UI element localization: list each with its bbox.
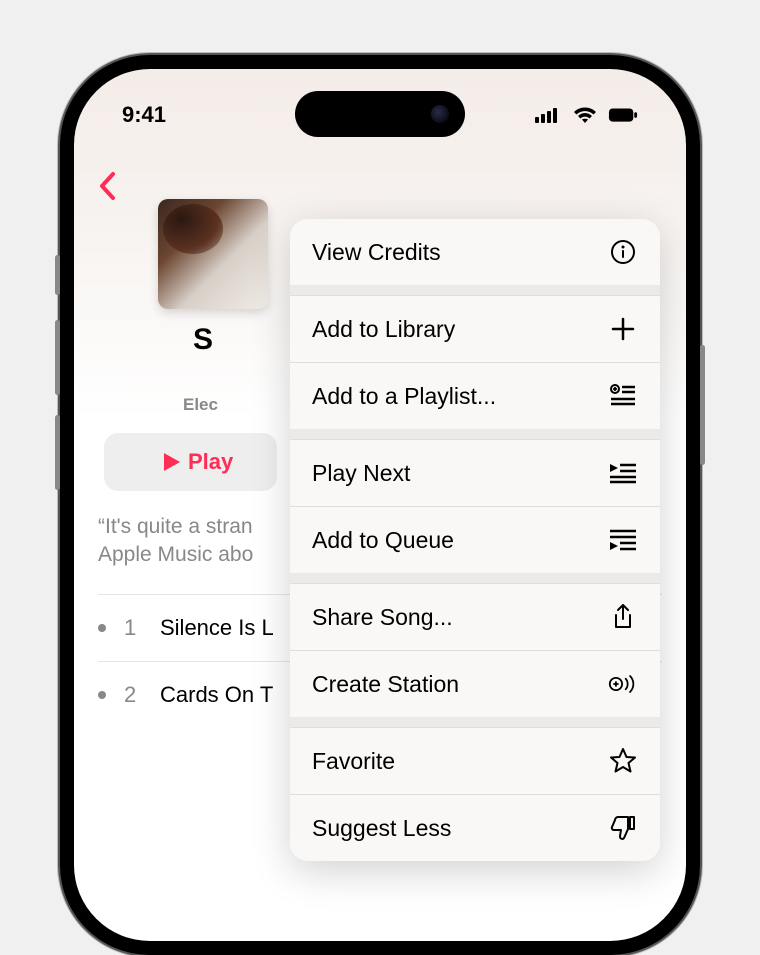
menu-play-next[interactable]: Play Next bbox=[290, 439, 660, 506]
track-number: 2 bbox=[124, 682, 142, 708]
phone-device-frame: 9:41 S Elec bbox=[60, 55, 700, 955]
play-icon bbox=[164, 453, 180, 471]
back-button[interactable] bbox=[98, 171, 118, 201]
menu-label: Play Next bbox=[312, 460, 410, 487]
battery-icon bbox=[608, 100, 638, 130]
menu-label: Share Song... bbox=[312, 604, 453, 631]
add-to-queue-icon bbox=[608, 525, 638, 555]
menu-share-song[interactable]: Share Song... bbox=[290, 583, 660, 650]
track-title: Cards On T bbox=[160, 682, 273, 708]
menu-label: Create Station bbox=[312, 671, 459, 698]
menu-add-library[interactable]: Add to Library bbox=[290, 295, 660, 362]
album-artwork[interactable] bbox=[158, 199, 268, 309]
track-status-dot-icon bbox=[98, 691, 106, 699]
wifi-icon bbox=[570, 100, 600, 130]
cellular-signal-icon bbox=[532, 100, 562, 130]
mute-switch[interactable] bbox=[55, 255, 60, 295]
menu-separator bbox=[290, 717, 660, 727]
menu-label: Add to Queue bbox=[312, 527, 454, 554]
broadcast-icon bbox=[608, 669, 638, 699]
play-label: Play bbox=[188, 449, 233, 475]
menu-favorite[interactable]: Favorite bbox=[290, 727, 660, 794]
menu-suggest-less[interactable]: Suggest Less bbox=[290, 794, 660, 861]
menu-add-playlist[interactable]: Add to a Playlist... bbox=[290, 362, 660, 429]
dynamic-island bbox=[295, 91, 465, 137]
track-number: 1 bbox=[124, 615, 142, 641]
share-icon bbox=[608, 602, 638, 632]
phone-screen: 9:41 S Elec bbox=[74, 69, 686, 941]
menu-create-station[interactable]: Create Station bbox=[290, 650, 660, 717]
nav-bar bbox=[74, 161, 686, 211]
play-button[interactable]: Play bbox=[104, 433, 277, 491]
menu-label: Favorite bbox=[312, 748, 395, 775]
star-icon bbox=[608, 746, 638, 776]
play-next-icon bbox=[608, 458, 638, 488]
menu-label: Suggest Less bbox=[312, 815, 451, 842]
menu-separator bbox=[290, 573, 660, 583]
side-power-button[interactable] bbox=[700, 345, 705, 465]
menu-label: Add to Library bbox=[312, 316, 455, 343]
menu-add-queue[interactable]: Add to Queue bbox=[290, 506, 660, 573]
menu-separator bbox=[290, 285, 660, 295]
menu-label: Add to a Playlist... bbox=[312, 383, 496, 410]
track-status-dot-icon bbox=[98, 624, 106, 632]
menu-label: View Credits bbox=[312, 239, 441, 266]
volume-down-button[interactable] bbox=[55, 415, 60, 490]
context-menu: View Credits Add to Library Add to a Pla… bbox=[290, 219, 660, 861]
menu-view-credits[interactable]: View Credits bbox=[290, 219, 660, 285]
status-time: 9:41 bbox=[122, 102, 166, 128]
track-title: Silence Is L bbox=[160, 615, 274, 641]
add-to-playlist-icon bbox=[608, 381, 638, 411]
info-icon bbox=[608, 237, 638, 267]
menu-separator bbox=[290, 429, 660, 439]
volume-up-button[interactable] bbox=[55, 320, 60, 395]
thumbs-down-icon bbox=[608, 813, 638, 843]
plus-icon bbox=[608, 314, 638, 344]
